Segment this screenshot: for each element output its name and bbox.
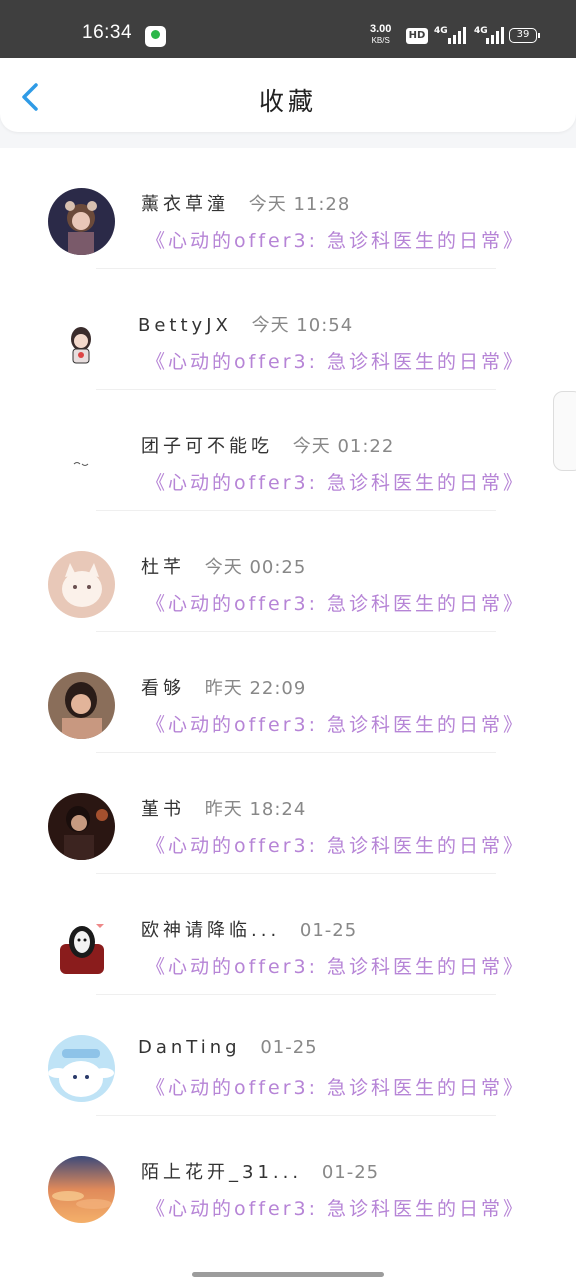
side-drawer-handle[interactable] [553,391,576,471]
battery-icon: 39 [509,28,540,43]
page-title: 收藏 [258,87,317,116]
item-time: 今天 01:22 [292,436,395,457]
list-item[interactable]: 杜芊 今天 00:25 《心动的offer3: 急诊科医生的日常》 [0,511,576,632]
signal-icon: 4G [434,26,466,46]
signal-label: 4G [434,26,448,36]
item-meta: 看够 昨天 22:09 [141,674,306,700]
list-item[interactable]: BettyJX 今天 10:54 《心动的offer3: 急诊科医生的日常》 [0,269,576,390]
avatar[interactable] [48,188,115,255]
user-name: 欧神请降临... [141,920,281,941]
user-name: 团子可不能吃 [141,436,273,457]
network-speed: 3.00 KB/S [370,24,391,46]
item-time: 今天 10:54 [251,315,354,336]
item-time: 01-25 [299,920,358,941]
list-item[interactable]: 团子可不能吃 今天 01:22 《心动的offer3: 急诊科医生的日常》 [0,390,576,511]
network-speed-value: 3.00 [370,23,392,35]
item-time: 昨天 18:24 [204,799,307,820]
user-name: 杜芊 [141,557,185,578]
item-meta: 团子可不能吃 今天 01:22 [141,432,394,458]
item-title-link[interactable]: 《心动的offer3: 急诊科医生的日常》 [146,710,525,737]
item-meta: 陌上花开_31... 01-25 [141,1158,379,1184]
header-bar: 收藏 [0,58,576,132]
list-item[interactable]: 看够 昨天 22:09 《心动的offer3: 急诊科医生的日常》 [0,632,576,753]
avatar[interactable] [48,1156,115,1223]
item-meta: 堇书 昨天 18:24 [141,795,306,821]
user-name: BettyJX [138,315,232,336]
item-title-link[interactable]: 《心动的offer3: 急诊科医生的日常》 [146,226,525,253]
user-name: 堇书 [141,799,185,820]
list-item[interactable]: 欧神请降临... 01-25 《心动的offer3: 急诊科医生的日常》 [0,874,576,995]
favorites-list: 薰衣草潼 今天 11:28 《心动的offer3: 急诊科医生的日常》 Bett… [0,148,576,1280]
item-time: 今天 11:28 [248,194,351,215]
item-meta: DanTing 01-25 [138,1037,318,1058]
item-time: 01-25 [260,1037,318,1058]
signal-icon: 4G [474,26,504,46]
item-time: 昨天 22:09 [204,678,307,699]
avatar[interactable] [48,551,115,618]
item-meta: 薰衣草潼 今天 11:28 [141,190,350,216]
network-speed-unit: KB/S [371,36,390,45]
avatar[interactable] [48,1035,115,1102]
list-item[interactable]: 陌上花开_31... 01-25 《心动的offer3: 急诊科医生的日常》 [0,1116,576,1237]
list-item[interactable]: 薰衣草潼 今天 11:28 《心动的offer3: 急诊科医生的日常》 [0,148,576,269]
item-time: 今天 00:25 [204,557,307,578]
home-indicator[interactable] [192,1272,384,1277]
item-meta: 杜芊 今天 00:25 [141,553,306,579]
avatar[interactable] [48,309,115,376]
item-meta: BettyJX 今天 10:54 [138,311,353,337]
status-bar: 16:34 3.00 KB/S HD 4G 4G 39 [0,0,576,58]
item-title-link[interactable]: 《心动的offer3: 急诊科医生的日常》 [146,831,525,858]
list-item[interactable]: DanTing 01-25 《心动的offer3: 急诊科医生的日常》 [0,995,576,1116]
item-title-link[interactable]: 《心动的offer3: 急诊科医生的日常》 [146,1194,525,1221]
avatar[interactable] [48,672,115,739]
item-title-link[interactable]: 《心动的offer3: 急诊科医生的日常》 [146,468,525,495]
item-title-link[interactable]: 《心动的offer3: 急诊科医生的日常》 [146,952,525,979]
user-name: 看够 [141,678,185,699]
signal-label: 4G [474,26,488,36]
user-name: 陌上花开_31... [141,1162,303,1183]
user-name: 薰衣草潼 [141,194,229,215]
status-time: 16:34 [82,22,133,43]
avatar[interactable] [48,914,115,981]
item-title-link[interactable]: 《心动的offer3: 急诊科医生的日常》 [146,1073,525,1100]
item-title-link[interactable]: 《心动的offer3: 急诊科医生的日常》 [146,589,525,616]
item-title-link[interactable]: 《心动的offer3: 急诊科医生的日常》 [146,347,525,374]
item-meta: 欧神请降临... 01-25 [141,916,357,942]
app-notification-icon [145,26,166,47]
item-time: 01-25 [321,1162,380,1183]
avatar[interactable] [48,793,115,860]
list-item[interactable]: 堇书 昨天 18:24 《心动的offer3: 急诊科医生的日常》 [0,753,576,874]
user-name: DanTing [138,1037,241,1058]
hd-icon: HD [406,28,428,44]
avatar[interactable] [48,430,115,497]
